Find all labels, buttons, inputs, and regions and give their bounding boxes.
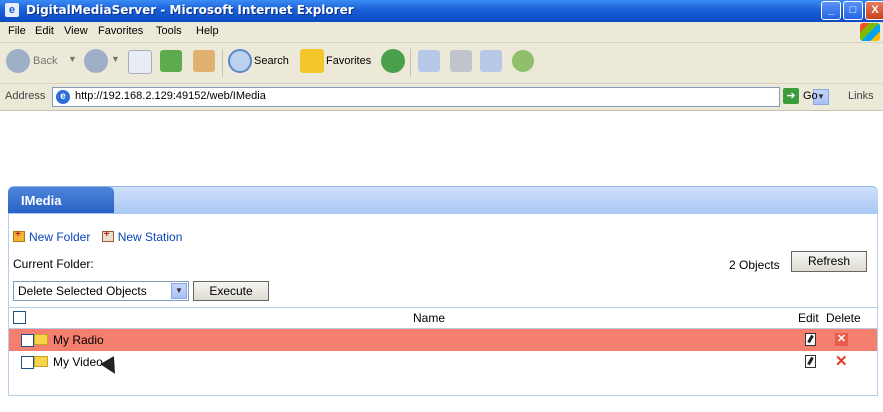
close-button[interactable]: X xyxy=(865,1,883,20)
page-icon: e xyxy=(56,90,70,104)
search-button-label[interactable]: Search xyxy=(254,55,289,67)
row-checkbox[interactable] xyxy=(21,334,34,347)
new-folder-icon xyxy=(13,229,25,242)
bulk-action-value: Delete Selected Objects xyxy=(18,284,147,298)
execute-button[interactable]: Execute xyxy=(193,281,269,301)
menu-file[interactable]: File xyxy=(8,25,26,37)
minimize-button[interactable]: _ xyxy=(821,1,841,20)
forward-arrow-icon[interactable] xyxy=(84,49,108,73)
new-station-icon xyxy=(101,229,114,242)
toolbar-separator xyxy=(222,49,223,77)
maximize-button[interactable]: □ xyxy=(843,1,863,20)
go-button[interactable]: ➔ Go xyxy=(783,88,818,104)
refresh-button[interactable]: Refresh xyxy=(791,251,867,272)
chevron-down-icon[interactable]: ▼ xyxy=(171,283,187,299)
home-icon[interactable] xyxy=(193,50,215,72)
mail-icon[interactable] xyxy=(418,50,440,72)
web-page: IMedia New Folder New Station Current Fo… xyxy=(0,111,883,412)
row-checkbox[interactable] xyxy=(21,356,34,369)
delete-icon[interactable]: ✕ xyxy=(835,352,848,370)
address-label: Address xyxy=(5,90,46,102)
refresh-icon[interactable] xyxy=(160,50,182,72)
stop-icon[interactable] xyxy=(128,50,152,74)
forward-dropdown-icon[interactable]: ▼ xyxy=(111,54,120,64)
new-station-label: New Station xyxy=(117,230,183,244)
row-name[interactable]: My Video xyxy=(53,355,103,369)
new-folder-link[interactable]: New Folder xyxy=(13,229,91,244)
table-row[interactable]: My Video ✕ xyxy=(9,351,877,373)
window-titlebar[interactable]: e DigitalMediaServer - Microsoft Interne… xyxy=(0,0,883,22)
tab-bar: IMedia xyxy=(8,186,878,214)
row-name[interactable]: My Radio xyxy=(53,333,104,347)
table-row[interactable]: My Radio ✕ xyxy=(9,329,877,351)
action-links: New Folder New Station xyxy=(13,229,190,244)
favorites-star-icon[interactable] xyxy=(300,49,324,73)
back-dropdown-icon[interactable]: ▼ xyxy=(68,54,77,64)
favorites-button-label[interactable]: Favorites xyxy=(326,55,371,67)
address-bar: Address e http://192.168.2.129:49152/web… xyxy=(0,84,883,111)
go-label: Go xyxy=(803,89,818,102)
menu-view[interactable]: View xyxy=(64,25,88,37)
edit-icon[interactable] xyxy=(805,355,816,368)
tab-imedia-label: IMedia xyxy=(21,193,62,208)
bulk-action-select[interactable]: Delete Selected Objects ▼ xyxy=(13,281,189,301)
column-edit: Edit xyxy=(798,311,819,325)
column-name: Name xyxy=(413,311,446,325)
table-header: Name Edit Delete xyxy=(9,307,877,329)
toolbar-separator xyxy=(410,49,411,77)
menu-favorites[interactable]: Favorites xyxy=(98,25,143,37)
links-button[interactable]: Links xyxy=(848,90,874,102)
print-icon[interactable] xyxy=(450,50,472,72)
browser-toolbar: Back ▼ ▼ Search Favorites xyxy=(0,43,883,84)
current-folder-label: Current Folder: xyxy=(13,257,94,271)
search-icon[interactable] xyxy=(228,49,252,73)
windows-logo-icon xyxy=(860,23,880,41)
window-title: DigitalMediaServer - Microsoft Internet … xyxy=(26,3,354,17)
menu-tools[interactable]: Tools xyxy=(156,25,182,37)
address-url[interactable]: http://192.168.2.129:49152/web/IMedia xyxy=(75,90,266,102)
address-input[interactable]: e http://192.168.2.129:49152/web/IMedia … xyxy=(52,87,829,107)
menu-bar: File Edit View Favorites Tools Help xyxy=(0,22,883,43)
select-all-checkbox[interactable] xyxy=(13,311,26,324)
folder-icon xyxy=(34,334,48,345)
tab-imedia[interactable]: IMedia xyxy=(8,187,114,213)
object-count: 2 Objects xyxy=(729,258,780,272)
new-station-link[interactable]: New Station xyxy=(101,229,183,244)
ie-app-icon: e xyxy=(5,3,19,17)
back-arrow-icon[interactable] xyxy=(6,49,30,73)
column-delete: Delete xyxy=(826,311,861,325)
folder-icon xyxy=(34,356,48,367)
go-arrow-icon: ➔ xyxy=(783,88,799,104)
media-panel: New Folder New Station Current Folder: 2… xyxy=(8,214,878,396)
messenger-icon[interactable] xyxy=(512,50,534,72)
new-folder-label: New Folder xyxy=(29,230,91,244)
back-button-label[interactable]: Back xyxy=(33,55,57,67)
delete-icon[interactable]: ✕ xyxy=(835,333,848,346)
menu-edit[interactable]: Edit xyxy=(35,25,54,37)
menu-help[interactable]: Help xyxy=(196,25,219,37)
edit-page-icon[interactable] xyxy=(480,50,502,72)
history-icon[interactable] xyxy=(381,49,405,73)
edit-icon[interactable] xyxy=(805,333,816,346)
